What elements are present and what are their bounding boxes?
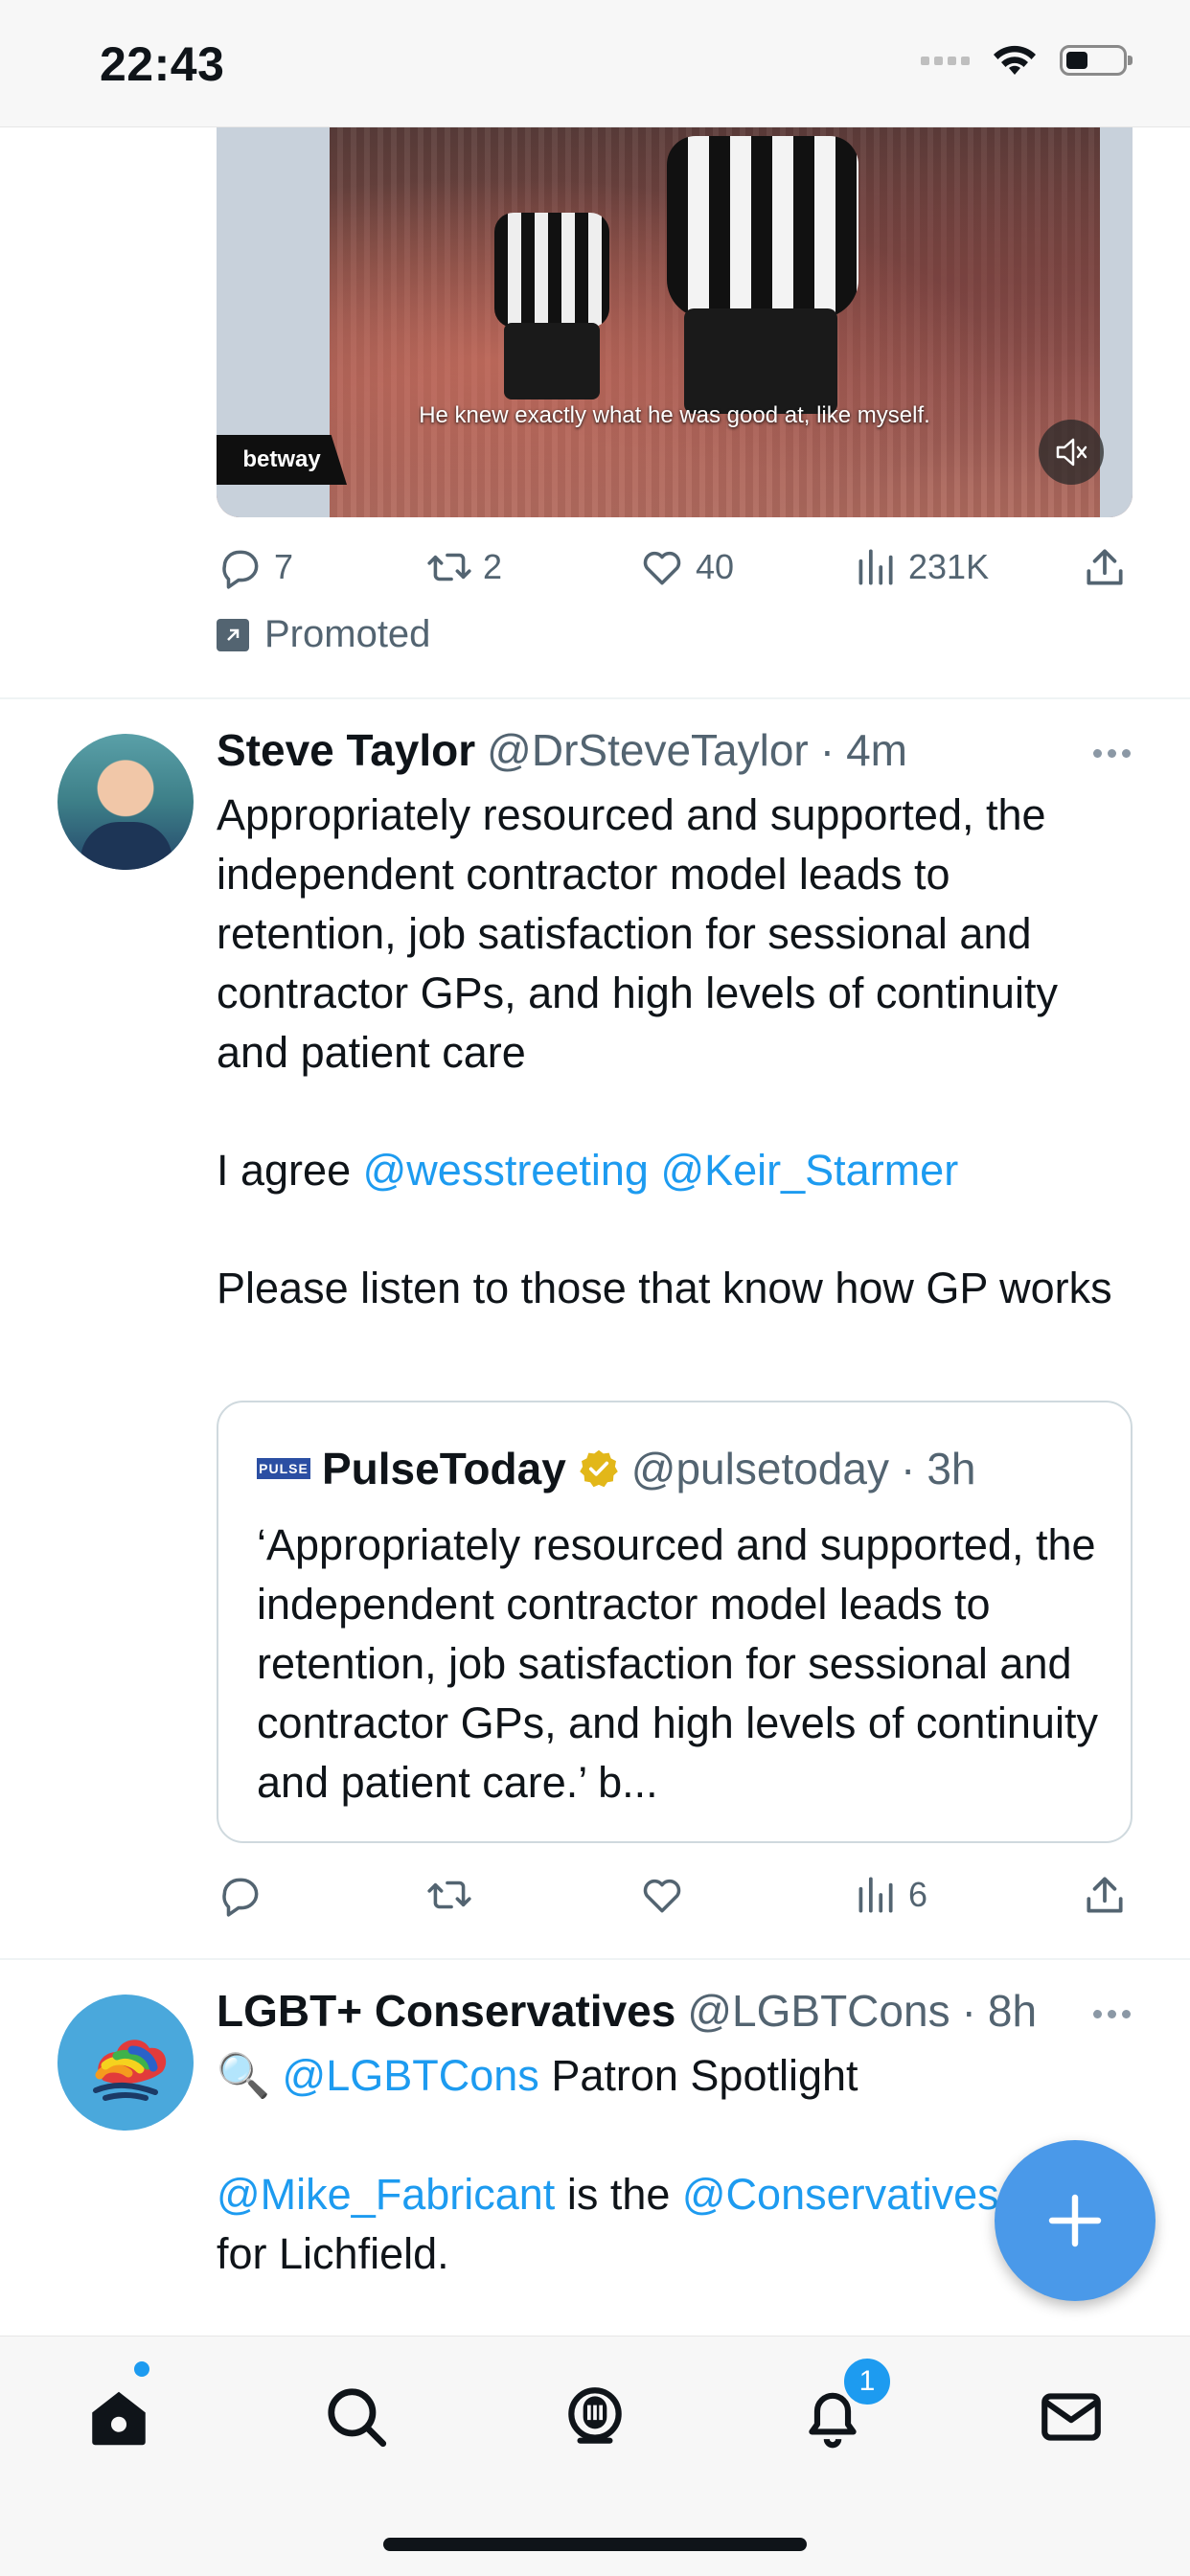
share-button[interactable] — [1081, 543, 1129, 591]
share-button[interactable] — [1081, 1871, 1129, 1919]
tab-messages[interactable] — [1033, 2379, 1110, 2455]
retweet-count: 2 — [483, 547, 503, 586]
cellular-signal-icon — [921, 56, 970, 65]
tweet-text: Please listen to those that know how GP … — [217, 1264, 1112, 1312]
views-count: 231K — [908, 547, 990, 586]
author-handle[interactable]: @LGBTCons — [687, 1985, 950, 2037]
heart-icon — [643, 1879, 681, 1913]
status-icons — [921, 42, 1133, 79]
author-name[interactable]: Steve Taylor — [217, 724, 475, 776]
verified-badge-icon — [579, 1449, 618, 1488]
reply-count: 7 — [274, 547, 294, 586]
promoted-video[interactable]: He knew exactly what he was good at, lik… — [217, 126, 1133, 517]
reply-button[interactable]: 7 — [217, 543, 293, 591]
reply-button[interactable] — [217, 1871, 264, 1919]
home-indicator — [383, 2538, 807, 2551]
battery-icon — [1060, 45, 1133, 76]
tweet-text: Appropriately resourced and supported, t… — [217, 790, 1058, 1077]
envelope-icon — [1041, 2393, 1101, 2441]
home-new-dot — [134, 2361, 149, 2377]
tweet-text-mentions: I agree @wesstreeting @Keir_Starmer — [217, 1146, 959, 1195]
mention-link[interactable]: @wesstreeting — [363, 1146, 649, 1195]
views-button[interactable]: 6 — [851, 1871, 927, 1919]
bottom-tab-bar: 1 — [0, 2336, 1190, 2576]
notifications-badge: 1 — [841, 2356, 893, 2407]
tweet-divider — [0, 1958, 1190, 1960]
views-chart-icon — [858, 549, 893, 585]
share-icon — [1087, 549, 1123, 585]
reply-icon — [222, 1878, 259, 1917]
quoted-tweet-text: ‘Appropriately resourced and supported, … — [257, 1520, 1098, 1807]
tab-home[interactable] — [80, 2379, 157, 2455]
retweet-icon — [427, 553, 471, 581]
tweet-actions: 7 2 40 231K — [217, 538, 1133, 596]
home-icon — [92, 2391, 146, 2446]
tweet-text: 🔍 @LGBTCons Patron Spotlight — [217, 2051, 858, 2100]
avatar[interactable] — [57, 1995, 194, 2131]
retweet-button[interactable]: 2 — [425, 543, 502, 591]
like-count: 40 — [696, 547, 735, 586]
plus-icon — [1048, 2194, 1102, 2247]
status-time: 22:43 — [100, 37, 225, 91]
reply-icon — [222, 550, 259, 589]
footballer-figure — [494, 213, 609, 423]
like-button[interactable] — [638, 1871, 686, 1919]
avatar[interactable] — [57, 734, 194, 870]
more-options-icon[interactable] — [1093, 2010, 1131, 2018]
views-count: 6 — [908, 1875, 928, 1914]
quoted-author-handle: @pulsetoday — [630, 1444, 889, 1493]
more-options-icon[interactable] — [1093, 749, 1131, 758]
promoted-arrow-icon — [217, 618, 249, 651]
status-bar: 22:43 — [0, 0, 1190, 127]
like-button[interactable]: 40 — [638, 543, 734, 591]
author-handle[interactable]: @DrSteveTaylor — [487, 724, 809, 776]
tweet-header: LGBT+ Conservatives @LGBTCons · 8h — [217, 1985, 1038, 2037]
quoted-tweet[interactable]: PULSE PulseToday @pulsetoday · 3h ‘Appro… — [217, 1401, 1133, 1843]
tab-search[interactable] — [318, 2379, 395, 2455]
retweet-button[interactable] — [425, 1871, 473, 1919]
share-icon — [1087, 1877, 1123, 1913]
sponsor-logo: betway — [217, 435, 347, 485]
promoted-label: Promoted — [217, 613, 430, 656]
views-button[interactable]: 231K — [851, 543, 989, 591]
mute-button[interactable] — [1039, 420, 1104, 485]
mention-link[interactable]: @Conservatives — [682, 2170, 999, 2219]
search-icon — [328, 2388, 387, 2448]
pulse-logo: PULSE — [257, 1458, 310, 1479]
heart-icon — [643, 551, 681, 585]
views-chart-icon — [858, 1877, 893, 1913]
magnifier-emoji: 🔍 — [217, 2051, 271, 2100]
tweet-time: 8h — [987, 1986, 1038, 2036]
tab-spaces[interactable] — [557, 2379, 633, 2455]
tweet-header: Steve Taylor @DrSteveTaylor · 4m — [217, 724, 907, 776]
compose-tweet-button[interactable] — [995, 2140, 1156, 2301]
mention-link[interactable]: @LGBTCons — [283, 2051, 539, 2100]
author-name[interactable]: LGBT+ Conservatives — [217, 1985, 675, 2037]
wifi-icon — [994, 45, 1036, 75]
footballer-figure — [638, 126, 887, 443]
speaker-muted-icon — [1056, 438, 1087, 467]
retweet-icon — [427, 1881, 471, 1909]
spaces-microphone-icon — [568, 2387, 622, 2444]
tweet-actions: 6 — [217, 1866, 1133, 1924]
tweet-divider — [0, 697, 1190, 699]
quoted-tweet-time: 3h — [927, 1444, 976, 1493]
mention-link[interactable]: @Keir_Starmer — [660, 1146, 958, 1195]
quoted-tweet-header: PULSE PulseToday @pulsetoday · 3h — [257, 1443, 975, 1494]
quoted-author-name: PulseToday — [322, 1444, 566, 1493]
mention-link[interactable]: @Mike_Fabricant — [217, 2170, 555, 2219]
video-caption: He knew exactly what he was good at, lik… — [419, 402, 930, 428]
rainbow-tree-logo — [93, 2040, 167, 2101]
tweet-time: 4m — [846, 725, 907, 775]
